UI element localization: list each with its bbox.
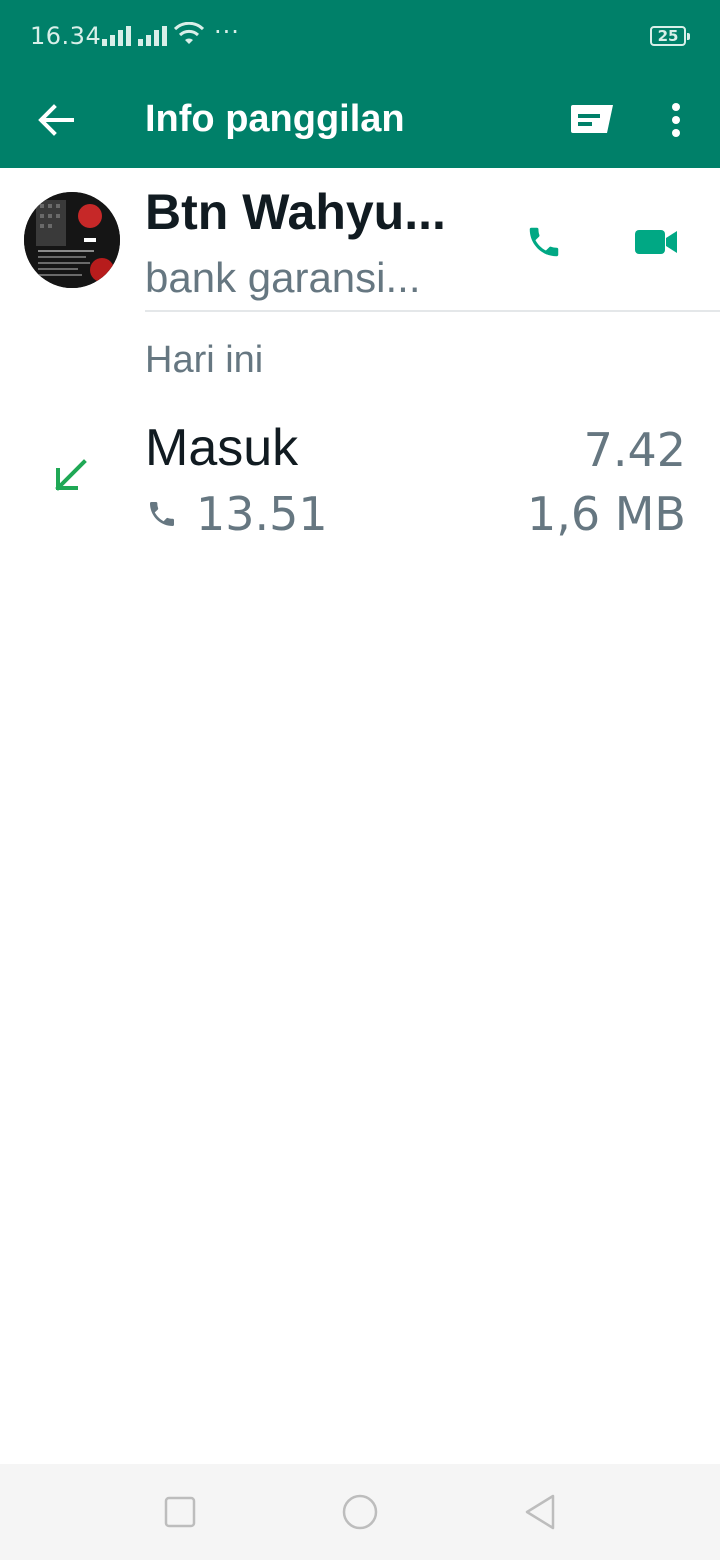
status-time: 16.34	[30, 22, 102, 50]
home-button[interactable]	[336, 1488, 384, 1536]
incoming-arrow-icon	[55, 459, 87, 491]
page-title: Info panggilan	[145, 98, 405, 140]
phone-icon	[529, 227, 559, 257]
call-data-size: 1,6 MB	[526, 487, 686, 541]
recents-button[interactable]	[156, 1488, 204, 1536]
circle-icon	[342, 1494, 378, 1530]
back-nav-button[interactable]	[516, 1488, 564, 1536]
system-nav-bar	[0, 1464, 720, 1560]
wifi-icon	[174, 22, 204, 44]
status-overflow-dots: ···	[214, 18, 240, 46]
more-vert-icon	[672, 103, 680, 137]
video-call-button[interactable]	[628, 214, 684, 270]
video-camera-icon	[635, 230, 677, 254]
call-time: 7.42	[583, 423, 686, 477]
app-bar: 16.34 ··· 25 Info panggilan	[0, 0, 720, 168]
square-icon	[164, 1496, 196, 1528]
signal-icon-2	[138, 26, 167, 46]
contact-status: bank garansi...	[145, 254, 421, 301]
contact-name: Btn Wahyu...	[145, 184, 445, 240]
message-button[interactable]	[562, 90, 622, 150]
triangle-back-icon	[525, 1494, 555, 1530]
call-duration: 13.51	[196, 487, 328, 541]
toolbar: Info panggilan	[0, 72, 720, 168]
more-options-button[interactable]	[650, 90, 702, 150]
call-type-label: Masuk	[145, 419, 299, 477]
back-button[interactable]	[28, 92, 84, 148]
contact-row[interactable]: Btn Wahyu... bank garansi...	[0, 168, 720, 312]
arrow-left-icon	[38, 104, 74, 136]
divider	[145, 310, 720, 312]
battery-icon: 25	[650, 26, 690, 46]
avatar[interactable]	[24, 192, 120, 288]
call-log-entry: Masuk 7.42 13.51 1,6 MB	[0, 410, 720, 550]
phone-icon	[150, 502, 174, 526]
voice-call-button[interactable]	[516, 214, 572, 270]
section-date-header: Hari ini	[145, 339, 264, 381]
chat-message-icon	[571, 105, 613, 133]
avatar-image	[24, 192, 120, 288]
status-bar: 16.34 ··· 25	[0, 0, 720, 72]
signal-icon	[102, 26, 131, 46]
